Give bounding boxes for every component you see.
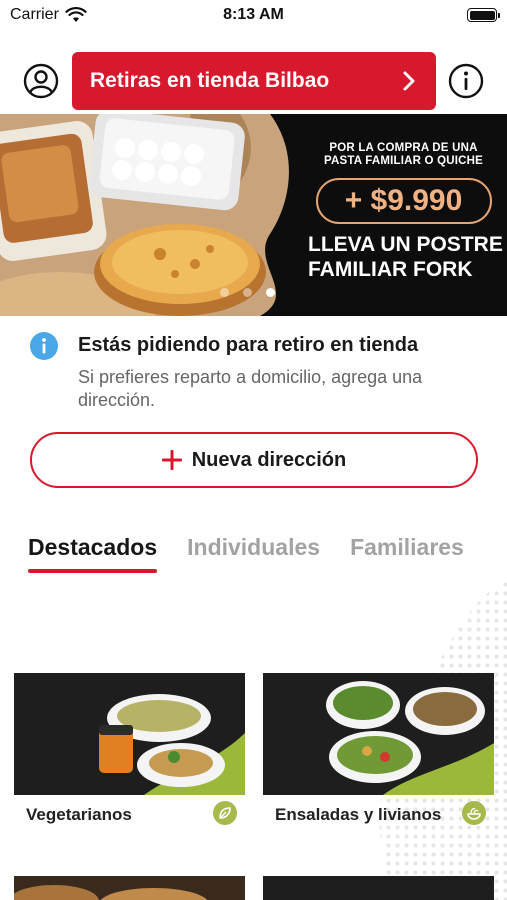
carousel-dot[interactable] [220, 288, 229, 297]
status-bar: Carrier 8:13 AM [0, 0, 507, 32]
header: Retiras en tienda Bilbao [0, 50, 507, 112]
promo-banner[interactable]: POR LA COMPRA DE UNA PASTA FAMILIAR O QU… [0, 114, 507, 316]
promo-line-1: POR LA COMPRA DE UNA [329, 142, 478, 154]
tab-familiares[interactable]: Familiares [350, 534, 464, 573]
promo-price-label: + $9.990 [344, 184, 463, 217]
category-image-partial [263, 876, 494, 900]
carousel-dot[interactable] [243, 288, 252, 297]
promo-line-2: PASTA FAMILIAR O QUICHE [324, 155, 483, 167]
leaf-icon [213, 801, 237, 825]
vegetarian-food-image [14, 673, 245, 795]
tab-individuales[interactable]: Individuales [187, 534, 320, 573]
category-label: Ensaladas y livianos [275, 805, 442, 824]
salad-food-image [263, 673, 494, 795]
tab-destacados[interactable]: Destacados [28, 534, 158, 573]
category-card-partial[interactable] [263, 876, 494, 900]
promo-headline-2: FAMILIAR FORK [308, 258, 473, 281]
battery-icon [467, 8, 500, 22]
promo-price: + $9.990 [315, 178, 492, 224]
info-icon [30, 332, 58, 360]
salad-icon [462, 801, 486, 825]
pickup-subtitle: Si prefieres reparto a domicilio, agrega… [78, 367, 423, 410]
category-card-ensaladas[interactable]: Ensaladas y livianos [263, 673, 494, 833]
carousel-indicator [220, 288, 275, 297]
clock: 8:13 AM [223, 6, 284, 23]
category-image [14, 673, 245, 795]
category-card-vegetarianos[interactable]: Vegetarianos [14, 673, 245, 833]
category-tabs: Destacados Individuales Familiares [28, 534, 507, 578]
carousel-dot-active[interactable] [266, 288, 275, 297]
plus-icon [161, 450, 182, 470]
category-label: Vegetarianos [26, 805, 132, 824]
user-circle-icon[interactable] [22, 62, 60, 100]
store-selector-button[interactable]: Retiras en tienda Bilbao [72, 52, 436, 110]
promo-text: POR LA COMPRA DE UNA PASTA FAMILIAR O QU… [300, 142, 507, 282]
info-circle-icon[interactable] [447, 62, 485, 100]
new-address-button[interactable]: Nueva dirección [30, 432, 478, 488]
category-image-partial [14, 876, 245, 900]
chevron-right-icon [403, 71, 415, 91]
category-image [263, 673, 494, 795]
store-button-label: Retiras en tienda Bilbao [90, 69, 330, 92]
new-address-label: Nueva dirección [191, 448, 347, 471]
pickup-title: Estás pidiendo para retiro en tienda [78, 334, 419, 356]
promo-headline-1: LLEVA UN POSTRE [308, 233, 503, 256]
category-card-partial[interactable] [14, 876, 245, 900]
